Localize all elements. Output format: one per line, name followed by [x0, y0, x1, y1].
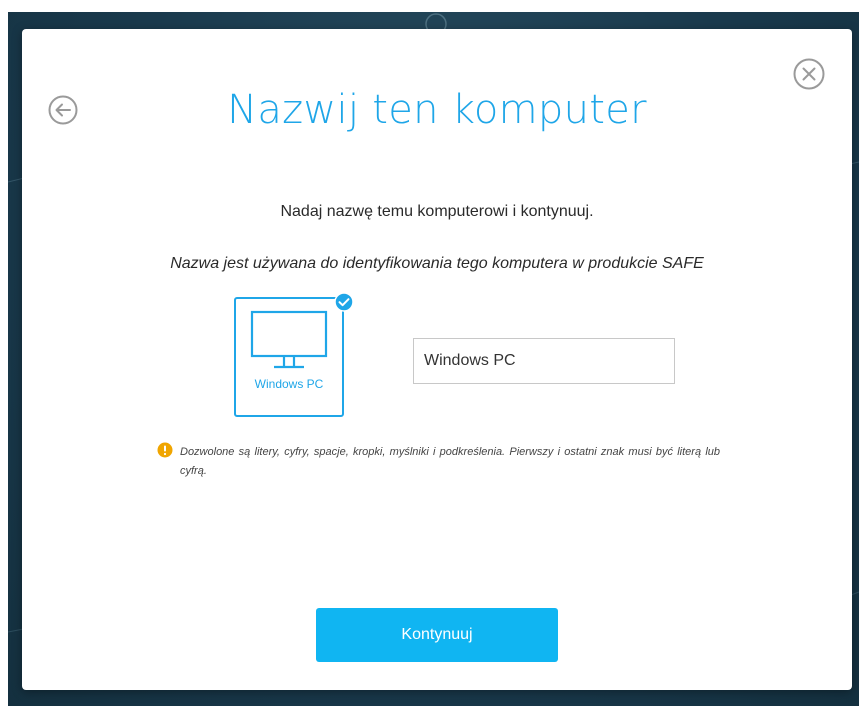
warning-icon: [157, 442, 173, 458]
dialog-info-text: Nazwa jest używana do identyfikowania te…: [170, 255, 704, 272]
name-computer-dialog: Nazwij ten komputer Nadaj nazwę temu kom…: [22, 29, 852, 690]
monitor-icon: [250, 310, 328, 369]
close-button[interactable]: [792, 57, 826, 91]
close-circle-icon: [793, 58, 825, 90]
dialog-subtitle: Nadaj nazwę temu komputerowi i kontynuuj…: [280, 203, 594, 220]
computer-name-input[interactable]: [413, 338, 675, 384]
device-card-windows-pc[interactable]: Windows PC: [234, 292, 354, 417]
naming-rules-hint: Dozwolone są litery, cyfry, spacje, krop…: [180, 446, 720, 477]
check-badge-icon: [334, 292, 354, 312]
device-label: Windows PC: [254, 377, 324, 391]
dialog-title: Nazwij ten komputer: [227, 87, 647, 133]
continue-button[interactable]: Kontynuuj: [316, 608, 558, 662]
